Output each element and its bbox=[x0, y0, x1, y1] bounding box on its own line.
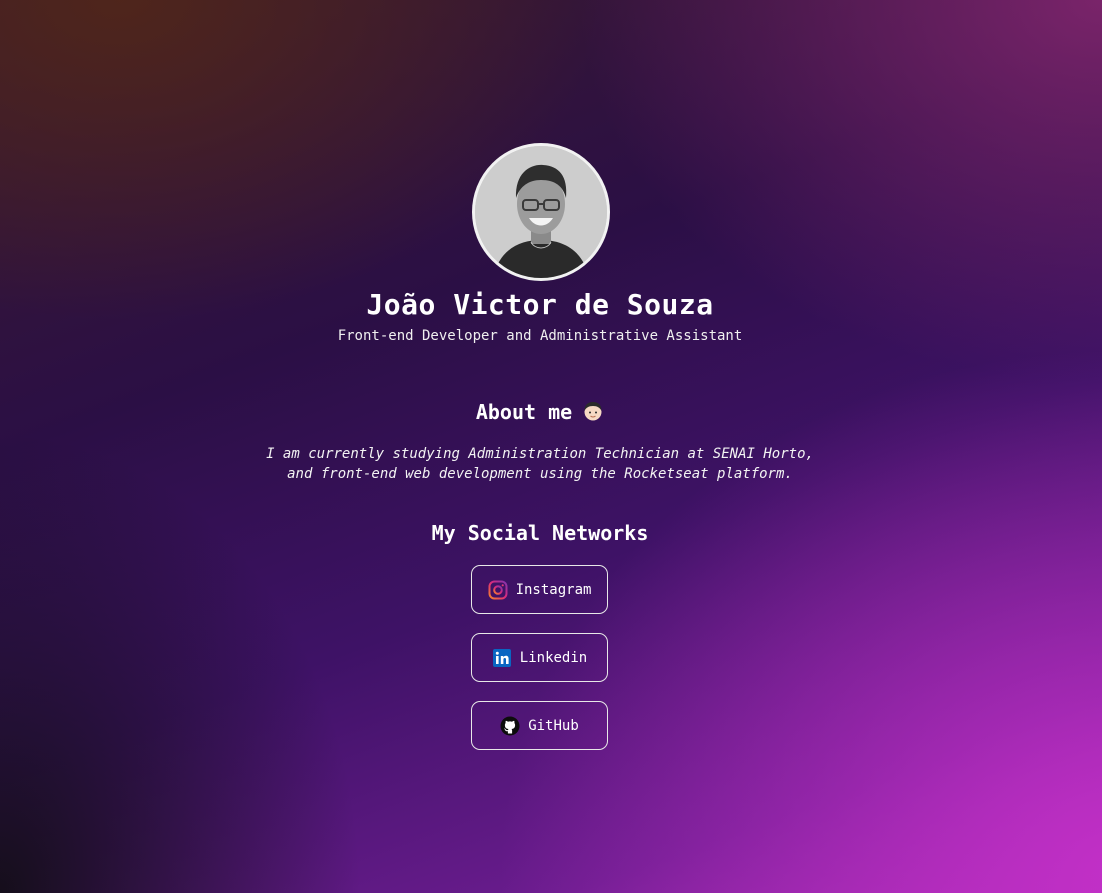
profile-page: João Victor de Souza Front-end Developer… bbox=[0, 0, 1102, 893]
about-title-text: About me bbox=[475, 400, 573, 424]
about-title: About me bbox=[0, 400, 1080, 427]
linkedin-icon bbox=[492, 648, 512, 668]
about-line-1: I am currently studying Administration T… bbox=[266, 446, 814, 462]
instagram-button[interactable]: Instagram bbox=[471, 565, 608, 614]
profile-photo bbox=[475, 146, 607, 278]
github-label: GitHub bbox=[528, 717, 579, 734]
github-button[interactable]: GitHub bbox=[471, 701, 608, 750]
linkedin-label: Linkedin bbox=[519, 649, 588, 666]
about-line-2: and front-end web development using the … bbox=[287, 466, 793, 482]
profile-name: João Victor de Souza bbox=[366, 288, 714, 321]
boy-face-icon bbox=[582, 400, 604, 427]
social-title: My Social Networks bbox=[431, 521, 649, 545]
linkedin-button[interactable]: Linkedin bbox=[471, 633, 608, 682]
avatar bbox=[472, 143, 610, 281]
github-icon bbox=[500, 716, 520, 736]
profile-role: Front-end Developer and Administrative A… bbox=[337, 328, 743, 344]
instagram-icon bbox=[488, 580, 508, 600]
instagram-label: Instagram bbox=[515, 581, 592, 598]
about-text: I am currently studying Administration T… bbox=[0, 444, 1080, 484]
